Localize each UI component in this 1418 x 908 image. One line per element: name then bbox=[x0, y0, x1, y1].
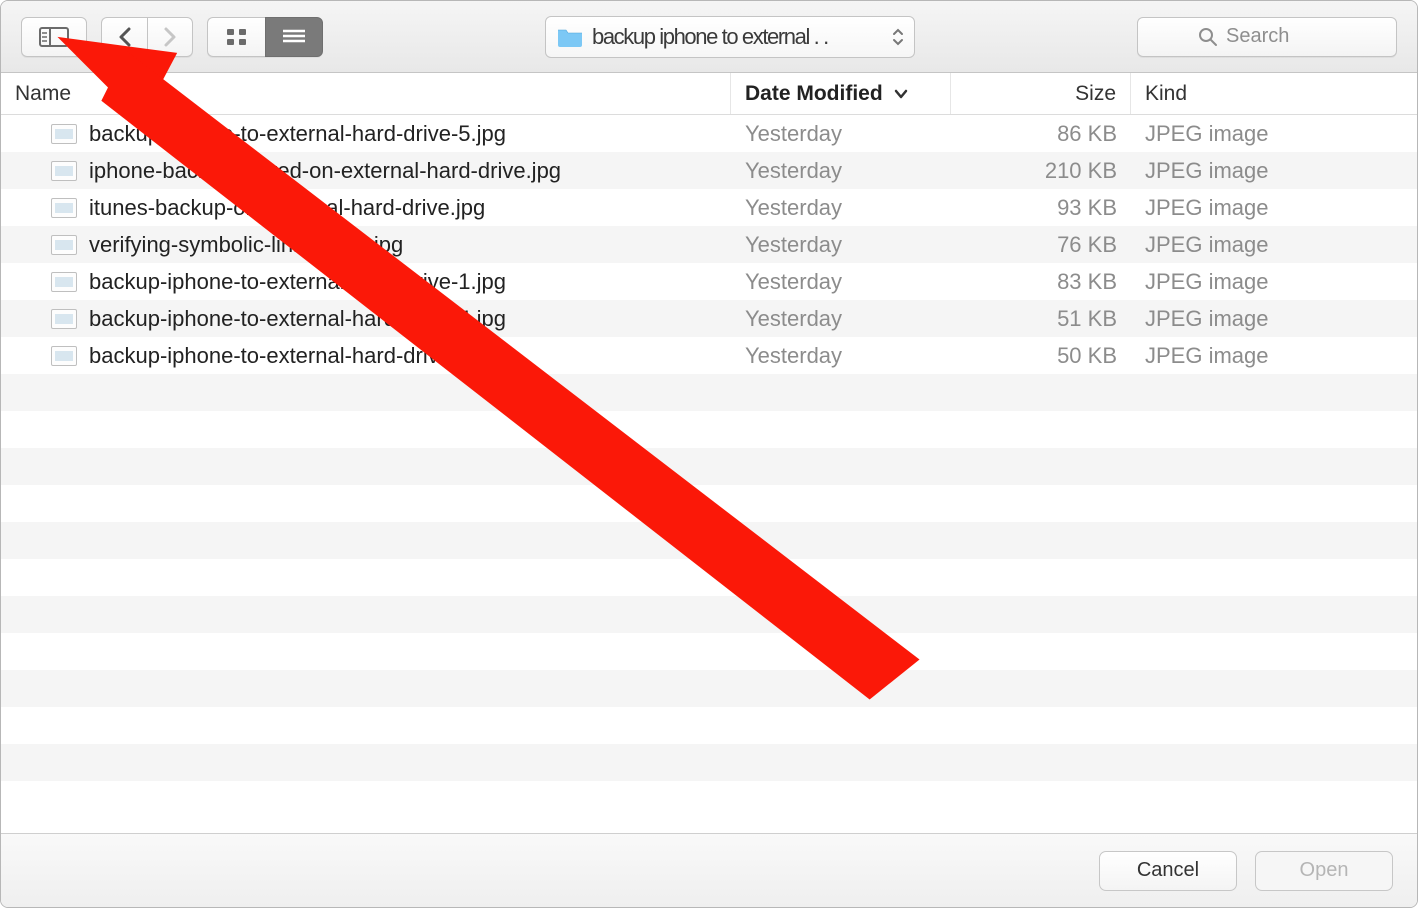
column-header-name[interactable]: Name bbox=[1, 73, 731, 114]
empty-row bbox=[1, 448, 1417, 485]
file-name: iphone-backup-stored-on-external-hard-dr… bbox=[89, 158, 561, 184]
search-field[interactable] bbox=[1137, 17, 1397, 57]
file-date: Yesterday bbox=[731, 232, 951, 258]
view-mode-group bbox=[207, 17, 323, 57]
file-date: Yesterday bbox=[731, 121, 951, 147]
empty-row bbox=[1, 485, 1417, 522]
file-name: itunes-backup-on-external-hard-drive.jpg bbox=[89, 195, 485, 221]
column-name-label: Name bbox=[15, 82, 71, 106]
file-kind: JPEG image bbox=[1131, 158, 1417, 184]
column-header-date[interactable]: Date Modified bbox=[731, 73, 951, 114]
empty-row bbox=[1, 596, 1417, 633]
path-label: backup iphone to external . . bbox=[592, 24, 828, 50]
cancel-button[interactable]: Cancel bbox=[1099, 851, 1237, 891]
file-size: 210 KB bbox=[951, 158, 1131, 184]
empty-row bbox=[1, 559, 1417, 596]
folder-icon bbox=[556, 26, 584, 48]
file-thumbnail-icon bbox=[51, 198, 77, 218]
file-kind: JPEG image bbox=[1131, 306, 1417, 332]
empty-row bbox=[1, 522, 1417, 559]
empty-row bbox=[1, 744, 1417, 781]
icon-view-button[interactable] bbox=[207, 17, 265, 57]
nav-group bbox=[101, 17, 193, 57]
toolbar: backup iphone to external . . bbox=[1, 1, 1417, 73]
column-header-size[interactable]: Size bbox=[951, 73, 1131, 114]
file-row[interactable]: backup-iphone-to-external-hard-drive-5.j… bbox=[1, 115, 1417, 152]
grid-icon bbox=[226, 28, 248, 46]
chevron-right-icon bbox=[162, 26, 178, 48]
file-size: 76 KB bbox=[951, 232, 1131, 258]
empty-row bbox=[1, 633, 1417, 670]
file-name: backup-iphone-to-external-hard-drive-4.j… bbox=[89, 306, 506, 332]
search-icon bbox=[1198, 27, 1218, 47]
cancel-label: Cancel bbox=[1137, 859, 1199, 882]
column-header-kind[interactable]: Kind bbox=[1131, 73, 1417, 114]
open-label: Open bbox=[1300, 859, 1349, 882]
sidebar-icon bbox=[39, 27, 69, 47]
list-icon bbox=[281, 28, 307, 46]
file-date: Yesterday bbox=[731, 158, 951, 184]
file-row[interactable]: verifying-symbolic-link-exists.jpg Yeste… bbox=[1, 226, 1417, 263]
chevron-down-icon bbox=[893, 88, 909, 100]
file-size: 93 KB bbox=[951, 195, 1131, 221]
path-popup-button[interactable]: backup iphone to external . . bbox=[545, 16, 915, 58]
empty-row bbox=[1, 374, 1417, 411]
column-size-label: Size bbox=[1075, 82, 1116, 106]
open-button[interactable]: Open bbox=[1255, 851, 1393, 891]
empty-row bbox=[1, 411, 1417, 448]
file-size: 83 KB bbox=[951, 269, 1131, 295]
file-date: Yesterday bbox=[731, 306, 951, 332]
file-size: 51 KB bbox=[951, 306, 1131, 332]
list-view-button[interactable] bbox=[265, 17, 323, 57]
file-kind: JPEG image bbox=[1131, 232, 1417, 258]
file-list: backup-iphone-to-external-hard-drive-5.j… bbox=[1, 115, 1417, 833]
updown-icon bbox=[886, 28, 904, 46]
search-input[interactable] bbox=[1226, 25, 1336, 48]
file-name: verifying-symbolic-link-exists.jpg bbox=[89, 232, 403, 258]
back-button[interactable] bbox=[101, 17, 147, 57]
file-size: 86 KB bbox=[951, 121, 1131, 147]
chevron-left-icon bbox=[117, 26, 133, 48]
file-kind: JPEG image bbox=[1131, 195, 1417, 221]
empty-row bbox=[1, 670, 1417, 707]
sidebar-toggle-button[interactable] bbox=[21, 17, 87, 57]
file-kind: JPEG image bbox=[1131, 343, 1417, 369]
file-row[interactable]: itunes-backup-on-external-hard-drive.jpg… bbox=[1, 189, 1417, 226]
file-thumbnail-icon bbox=[51, 346, 77, 366]
file-size: 50 KB bbox=[951, 343, 1131, 369]
column-header-row: Name Date Modified Size Kind bbox=[1, 73, 1417, 115]
column-kind-label: Kind bbox=[1145, 82, 1187, 106]
file-date: Yesterday bbox=[731, 195, 951, 221]
empty-row bbox=[1, 707, 1417, 744]
open-dialog-window: backup iphone to external . . Name Date … bbox=[0, 0, 1418, 908]
file-thumbnail-icon bbox=[51, 309, 77, 329]
file-row[interactable]: iphone-backup-stored-on-external-hard-dr… bbox=[1, 152, 1417, 189]
file-name: backup-iphone-to-external-hard-drive-1.j… bbox=[89, 269, 506, 295]
file-name: backup-iphone-to-external-hard-drive-6.j… bbox=[89, 343, 506, 369]
empty-row bbox=[1, 781, 1417, 818]
file-row[interactable]: backup-iphone-to-external-hard-drive-4.j… bbox=[1, 300, 1417, 337]
column-date-label: Date Modified bbox=[745, 82, 883, 106]
file-thumbnail-icon bbox=[51, 235, 77, 255]
file-row[interactable]: backup-iphone-to-external-hard-drive-6.j… bbox=[1, 337, 1417, 374]
file-thumbnail-icon bbox=[51, 124, 77, 144]
file-date: Yesterday bbox=[731, 269, 951, 295]
file-row[interactable]: backup-iphone-to-external-hard-drive-1.j… bbox=[1, 263, 1417, 300]
file-name: backup-iphone-to-external-hard-drive-5.j… bbox=[89, 121, 506, 147]
file-kind: JPEG image bbox=[1131, 269, 1417, 295]
forward-button[interactable] bbox=[147, 17, 193, 57]
file-kind: JPEG image bbox=[1131, 121, 1417, 147]
dialog-footer: Cancel Open bbox=[1, 833, 1417, 907]
file-thumbnail-icon bbox=[51, 161, 77, 181]
file-date: Yesterday bbox=[731, 343, 951, 369]
file-thumbnail-icon bbox=[51, 272, 77, 292]
